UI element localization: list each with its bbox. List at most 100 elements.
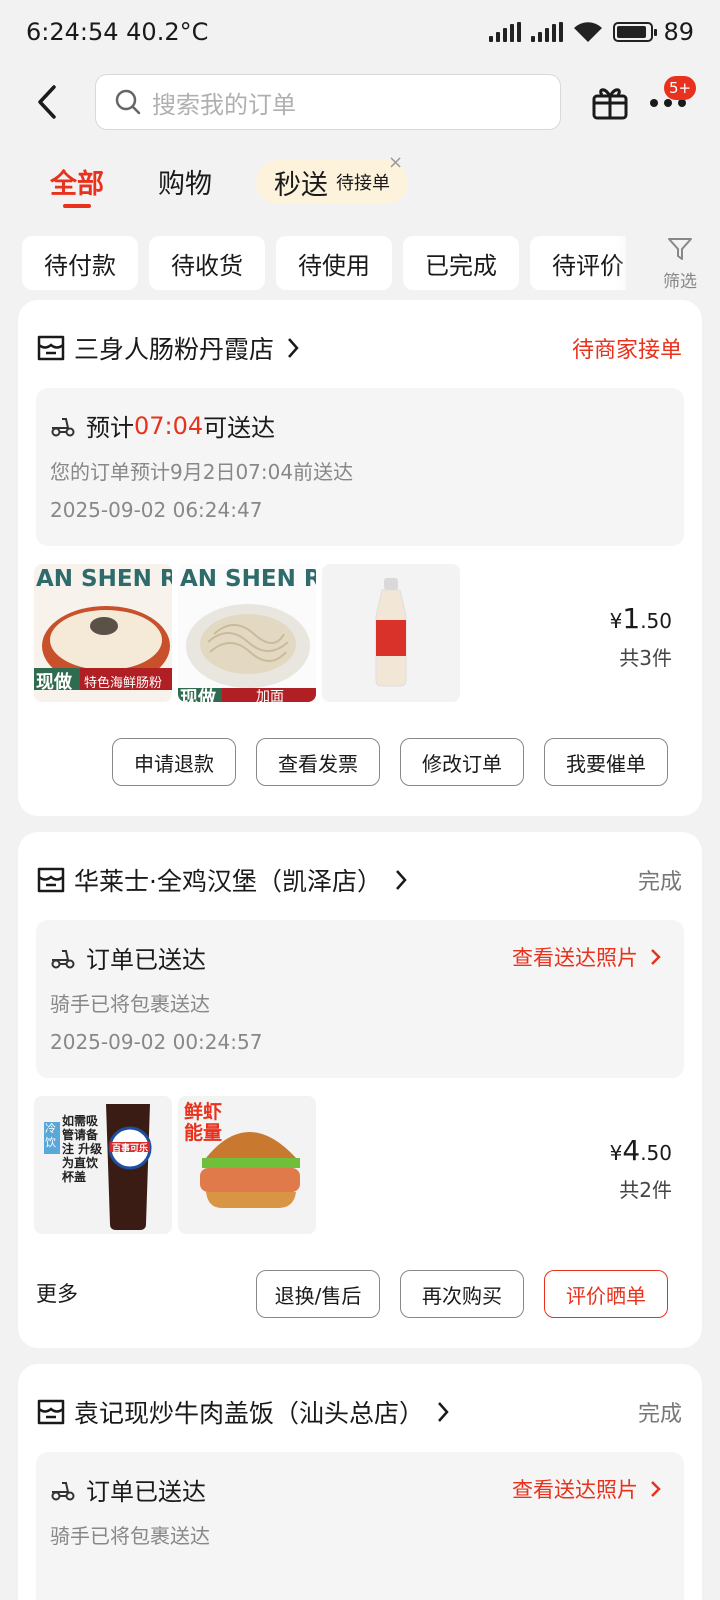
delivered-line: 订单已送达 bbox=[50, 940, 206, 975]
delivered-text: 订单已送达 bbox=[86, 946, 206, 974]
filter-fade bbox=[615, 236, 645, 292]
product-thumb-shrimp-burger[interactable]: 鲜虾能量 bbox=[178, 1096, 316, 1234]
order-status: 待商家接单 bbox=[571, 338, 682, 363]
tab-flash[interactable]: 秒送 待接单 bbox=[256, 160, 408, 204]
chip-completed[interactable]: 已完成 bbox=[403, 236, 519, 290]
chip-pending-payment[interactable]: 待付款 bbox=[22, 236, 138, 290]
price-decimal: .50 bbox=[640, 609, 672, 633]
tab-shopping[interactable]: 购物 bbox=[158, 162, 212, 201]
chevron-right-icon bbox=[396, 870, 407, 890]
order-price: ¥1.50 bbox=[610, 602, 672, 635]
status-bar: 6:24:54 40.2°C 89 bbox=[0, 0, 720, 64]
order-card[interactable]: 袁记现炒牛肉盖饭（汕头总店） 完成 订单已送达 查看送达照片 骑手已将包裹送达 bbox=[18, 1364, 702, 1600]
invoice-button[interactable]: 查看发票 bbox=[256, 738, 380, 786]
scooter-icon bbox=[51, 949, 75, 968]
order-status: 完成 bbox=[637, 870, 682, 895]
status-time: 6:24:54 40.2°C bbox=[26, 18, 209, 46]
store-icon bbox=[37, 1399, 65, 1425]
delivery-detail: 骑手已将包裹送达 bbox=[50, 1524, 210, 1548]
modify-order-button[interactable]: 修改订单 bbox=[400, 738, 524, 786]
view-delivery-photo-link[interactable]: 查看送达照片 bbox=[512, 942, 666, 972]
chip-pending-use[interactable]: 待使用 bbox=[276, 236, 392, 290]
price-symbol: ¥ bbox=[609, 609, 623, 633]
price-integer: 4 bbox=[622, 1134, 641, 1167]
delivery-info[interactable]: 订单已送达 查看送达照片 骑手已将包裹送达 2025-09-02 00:24:5… bbox=[36, 920, 684, 1078]
order-price: ¥4.50 bbox=[610, 1134, 672, 1167]
wifi-icon bbox=[574, 22, 603, 42]
search-input[interactable]: 搜索我的订单 bbox=[95, 74, 561, 130]
item-count: 共2件 bbox=[619, 1178, 672, 1202]
thumb-brand: 百事可乐 bbox=[111, 1144, 148, 1154]
order-card[interactable]: 三身人肠粉丹霞店 待商家接单 预计 07:04 可送达 您的订单预计9月2日07:0… bbox=[18, 300, 702, 816]
return-aftersale-button[interactable]: 退换/售后 bbox=[256, 1270, 380, 1318]
back-icon[interactable] bbox=[34, 84, 64, 120]
delivery-info[interactable]: 预计 07:04 可送达 您的订单预计9月2日07:04前送达 2025-09-02… bbox=[36, 388, 684, 546]
battery-percent: 89 bbox=[663, 18, 694, 46]
eta-prefix: 预计 bbox=[86, 414, 134, 442]
order-status: 完成 bbox=[637, 1402, 682, 1427]
filter-label: 筛选 bbox=[663, 272, 697, 292]
store-icon bbox=[37, 867, 65, 893]
chip-pending-receipt[interactable]: 待收货 bbox=[149, 236, 265, 290]
shop-name: 华莱士·全鸡汉堡（凯泽店） bbox=[74, 867, 382, 896]
thumb-caption: 特色海鲜肠粉 bbox=[84, 676, 163, 691]
battery-icon bbox=[613, 22, 658, 42]
urge-order-button[interactable]: 我要催单 bbox=[544, 738, 668, 786]
scooter-icon bbox=[51, 417, 75, 436]
tab-flash-sub: 待接单 bbox=[336, 173, 390, 194]
chevron-right-icon bbox=[651, 949, 661, 965]
product-thumb-drink-bottle[interactable] bbox=[322, 564, 460, 702]
delivered-text: 订单已送达 bbox=[86, 1478, 206, 1506]
thumb-note: 如需吸管请备注 升级为直饮杯盖 bbox=[62, 1114, 103, 1184]
price-symbol: ¥ bbox=[609, 1141, 623, 1165]
review-button[interactable]: 评价晒单 bbox=[544, 1270, 668, 1318]
close-icon[interactable]: × bbox=[388, 152, 403, 173]
refund-button[interactable]: 申请退款 bbox=[112, 738, 236, 786]
shop-name: 袁记现炒牛肉盖饭（汕头总店） bbox=[74, 1399, 425, 1428]
status-icons: 89 bbox=[489, 18, 694, 46]
price-decimal: .50 bbox=[640, 1141, 672, 1165]
eta-detail: 您的订单预计9月2日07:04前送达 bbox=[50, 460, 354, 484]
eta-time: 07:04 bbox=[134, 411, 204, 440]
thumb-tag: 冷饮 bbox=[45, 1122, 56, 1149]
eta-line: 预计 07:04 可送达 bbox=[50, 408, 275, 443]
thumb-tag: 现做 bbox=[36, 672, 72, 693]
tab-underline bbox=[63, 204, 91, 208]
filter-chips: 待付款 待收货 待使用 已完成 待评价 筛选 bbox=[0, 236, 720, 292]
product-thumb-noodles[interactable]: AN SHEN RE 现做 加面 bbox=[178, 564, 316, 702]
chevron-right-icon bbox=[438, 1402, 449, 1422]
photo-link-label: 查看送达照片 bbox=[512, 946, 638, 970]
order-tabs: 全部 购物 秒送 待接单 × bbox=[0, 152, 720, 214]
signal-icon-2 bbox=[531, 22, 564, 42]
gift-icon[interactable] bbox=[590, 82, 630, 122]
tab-all[interactable]: 全部 bbox=[50, 162, 104, 201]
order-card[interactable]: 华莱士·全鸡汉堡（凯泽店） 完成 订单已送达 查看送达照片 骑手已将包裹送达 2… bbox=[18, 832, 702, 1348]
tab-flash-label: 秒送 bbox=[274, 169, 328, 201]
item-count: 共3件 bbox=[619, 646, 672, 670]
search-icon bbox=[115, 89, 141, 115]
eta-suffix: 可送达 bbox=[203, 414, 276, 442]
shop-link[interactable]: 袁记现炒牛肉盖饭（汕头总店） bbox=[36, 1392, 450, 1432]
notification-badge: 5+ bbox=[664, 76, 697, 100]
filter-button[interactable]: 筛选 bbox=[655, 236, 705, 292]
order-time: 2025-09-02 00:24:57 bbox=[50, 1030, 263, 1054]
thumb-banner: AN SHEN RE bbox=[36, 566, 172, 592]
chip-pending-review[interactable]: 待评价 bbox=[530, 236, 626, 290]
view-delivery-photo-link[interactable]: 查看送达照片 bbox=[512, 1474, 666, 1504]
order-time: 2025-09-02 06:24:47 bbox=[50, 498, 263, 522]
drink-bottle-image bbox=[322, 564, 460, 702]
product-thumb-cola[interactable]: 冷饮 如需吸管请备注 升级为直饮杯盖 百事可乐 bbox=[34, 1096, 172, 1234]
more-link[interactable]: 更多 bbox=[36, 1278, 78, 1308]
buy-again-button[interactable]: 再次购买 bbox=[400, 1270, 524, 1318]
shop-link[interactable]: 华莱士·全鸡汉堡（凯泽店） bbox=[36, 860, 408, 900]
thumb-promo-text: 鲜虾能量 bbox=[184, 1101, 223, 1144]
store-icon bbox=[37, 335, 65, 361]
scooter-icon bbox=[51, 1481, 75, 1500]
delivery-detail: 骑手已将包裹送达 bbox=[50, 992, 210, 1016]
top-bar: 搜索我的订单 5+ bbox=[0, 72, 720, 132]
product-thumb-rice-roll[interactable]: AN SHEN RE 现做 特色海鲜肠粉 bbox=[34, 564, 172, 702]
delivery-info[interactable]: 订单已送达 查看送达照片 骑手已将包裹送达 bbox=[36, 1452, 684, 1600]
delivered-line: 订单已送达 bbox=[50, 1472, 206, 1507]
shop-link[interactable]: 三身人肠粉丹霞店 bbox=[36, 328, 300, 368]
thumb-banner: AN SHEN RE bbox=[180, 566, 316, 592]
